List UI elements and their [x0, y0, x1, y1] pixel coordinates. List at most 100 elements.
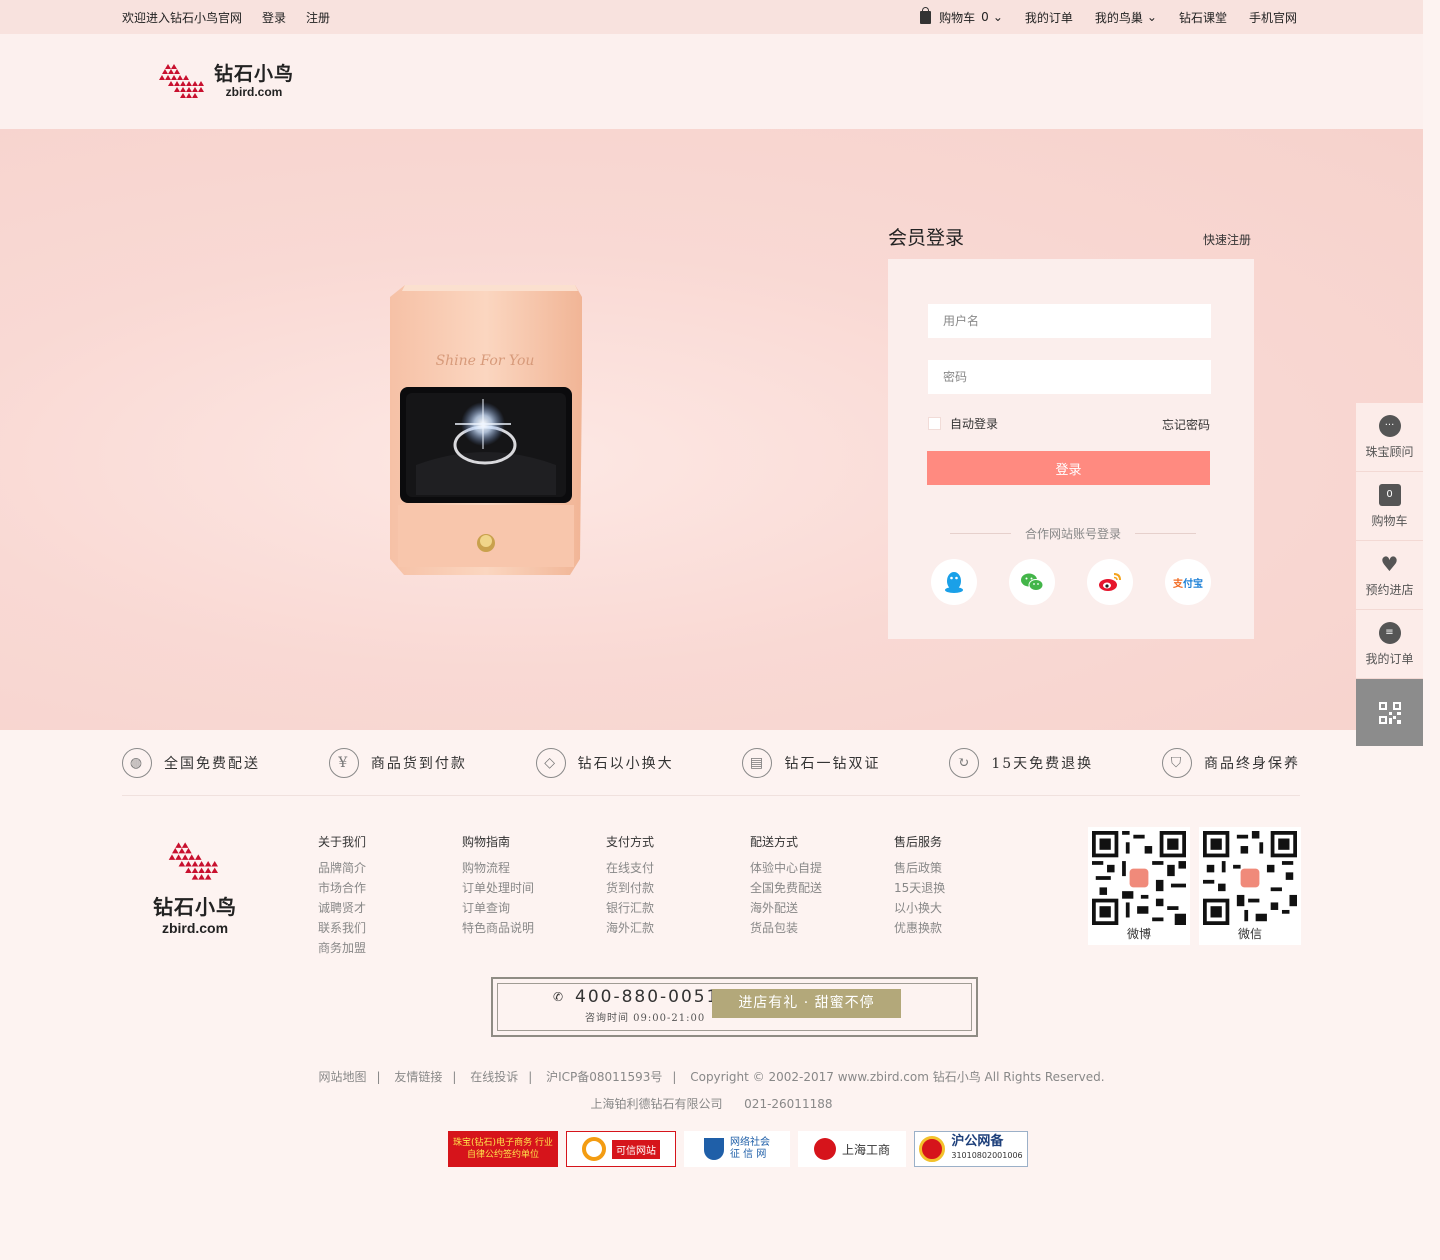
password-input[interactable] — [928, 360, 1211, 394]
auto-login-option[interactable]: 自动登录 — [928, 415, 998, 432]
copyright-text: Copyright © 2002-2017 www.zbird.com 钻石小鸟… — [690, 1070, 1105, 1084]
footer-col-guide: 购物指南 购物流程 订单处理时间 订单查询 特色商品说明 — [462, 833, 534, 938]
box-engraving: Shine For You — [436, 353, 535, 369]
diamond-class-link[interactable]: 钻石课堂 — [1179, 9, 1227, 26]
footer-link[interactable]: 银行汇款 — [606, 898, 654, 918]
footer-link[interactable]: 货到付款 — [606, 878, 654, 898]
company-phone: 021-26011188 — [744, 1097, 833, 1111]
footer-link[interactable]: 订单查询 — [462, 898, 534, 918]
sidebar-orders[interactable]: ≡ 我的订单 — [1356, 610, 1423, 679]
footer-link[interactable]: 15天退换 — [894, 878, 945, 898]
chevron-down-icon: ⌄ — [992, 10, 1003, 24]
footer-link[interactable]: 市场合作 — [318, 878, 366, 898]
trusted-site-label: 可信网站 — [612, 1139, 660, 1159]
footer-col-title: 购物指南 — [462, 835, 511, 849]
police-record-number: 31010802001006 — [951, 1151, 1023, 1160]
footer-logo-cn: 钻石小鸟 — [153, 895, 237, 919]
welcome-text: 欢迎进入钻石小鸟官网 — [122, 10, 243, 25]
friend-links-link[interactable]: 友情链接 — [394, 1070, 442, 1084]
service-item: ◍ 全国免费配送 — [122, 745, 260, 781]
qq-login-button[interactable] — [931, 559, 977, 605]
auto-login-label: 自动登录 — [950, 417, 999, 431]
partner-login-title: 合作网站账号登录 — [1025, 527, 1122, 541]
quick-register-link[interactable]: 快速注册 — [1203, 231, 1251, 248]
alipay-icon: 支付宝 — [1173, 578, 1203, 590]
credit-badge-line1: 网络社会 — [730, 1137, 770, 1148]
footer-col-payment: 支付方式 在线支付 货到付款 银行汇款 海外汇款 — [606, 833, 654, 938]
hotline-banner: ✆ 400-880-0051 咨询时间 09:00-21:00 进店有礼 · 甜… — [491, 977, 978, 1037]
sidebar-reserve[interactable]: ♥ 预约进店 — [1356, 541, 1423, 610]
footer-link[interactable]: 货品包装 — [750, 918, 822, 938]
service-label: 钻石一钻双证 — [784, 756, 881, 772]
footer-link[interactable]: 购物流程 — [462, 858, 534, 878]
my-orders-link[interactable]: 我的订单 — [1025, 9, 1073, 26]
logo-en-text: zbird.com — [225, 84, 283, 99]
cart-link[interactable]: 购物车 0 ⌄ — [920, 6, 1003, 26]
footer-link[interactable]: 品牌简介 — [318, 858, 366, 878]
footer-link[interactable]: 以小换大 — [894, 898, 945, 918]
footer-link[interactable]: 海外配送 — [750, 898, 822, 918]
credit-badge-line2: 征 信 网 — [730, 1149, 767, 1160]
sidebar-cart-label: 购物车 — [1371, 513, 1408, 528]
header: 钻石小鸟 zbird.com — [0, 34, 1423, 129]
footer-link[interactable]: 售后政策 — [894, 858, 945, 878]
auto-login-checkbox[interactable] — [928, 417, 941, 430]
footer-link[interactable]: 全国免费配送 — [750, 878, 822, 898]
shanghai-aic-badge[interactable]: 上海工商 — [798, 1131, 906, 1167]
globe-icon: ◍ — [122, 748, 152, 778]
partner-login-divider: 合作网站账号登录 — [950, 525, 1197, 542]
hero-banner: Shine For You 会员登录 快速注册 自动登录 忘记密码 登录 合作网… — [0, 129, 1423, 730]
alipay-login-button[interactable]: 支付宝 — [1165, 559, 1211, 605]
icp-link[interactable]: 沪ICP备08011593号 — [546, 1070, 662, 1084]
footer-link[interactable]: 诚聘贤才 — [318, 898, 366, 918]
login-button[interactable]: 登录 — [927, 451, 1210, 485]
weibo-qrcode: 微博 — [1088, 827, 1190, 945]
register-link[interactable]: 注册 — [306, 9, 330, 26]
wechat-login-button[interactable] — [1009, 559, 1055, 605]
logo-cn-text: 钻石小鸟 — [214, 62, 295, 85]
footer-link[interactable]: 体验中心自提 — [750, 858, 822, 878]
industry-badge[interactable]: 珠宝(钻石)电子商务 行业自律公约签约单位 — [448, 1131, 558, 1167]
my-nest-menu[interactable]: 我的鸟巢 ⌄ — [1095, 9, 1157, 26]
footer-link[interactable]: 在线支付 — [606, 858, 654, 878]
footer-col-title: 售后服务 — [894, 835, 943, 849]
site-logo[interactable]: 钻石小鸟 zbird.com — [156, 60, 294, 102]
refresh-icon: ↻ — [949, 748, 980, 778]
footer-link[interactable]: 特色商品说明 — [462, 918, 534, 938]
footer-link[interactable]: 联系我们 — [318, 918, 366, 938]
credit-badge[interactable]: 网络社会 征 信 网 — [684, 1131, 790, 1167]
phone-icon: ✆ — [553, 990, 564, 1004]
footer-col-delivery: 配送方式 体验中心自提 全国免费配送 海外配送 货品包装 — [750, 833, 822, 938]
float-sidebar: ··· 珠宝顾问 0 购物车 ♥ 预约进店 ≡ 我的订单 — [1356, 403, 1423, 746]
mobile-site-link[interactable]: 手机官网 — [1249, 9, 1297, 26]
service-label: 商品货到付款 — [370, 756, 467, 772]
username-input[interactable] — [928, 304, 1211, 338]
complaint-link[interactable]: 在线投诉 — [470, 1070, 518, 1084]
sidebar-cart[interactable]: 0 购物车 — [1356, 472, 1423, 541]
forgot-password-link[interactable]: 忘记密码 — [1162, 416, 1210, 433]
trusted-site-badge[interactable]: 可信网站 — [566, 1131, 676, 1167]
police-record-badge[interactable]: 沪公网备 31010802001006 — [914, 1131, 1028, 1167]
bird-logo-icon — [168, 842, 218, 880]
list-icon: ≡ — [1378, 621, 1401, 644]
sitemap-link[interactable]: 网站地图 — [318, 1070, 366, 1084]
footer-link[interactable]: 订单处理时间 — [462, 878, 534, 898]
service-label: 钻石以小换大 — [577, 756, 674, 772]
sidebar-advisor[interactable]: ··· 珠宝顾问 — [1356, 403, 1423, 472]
service-strip: ◍ 全国免费配送 ¥ 商品货到付款 ◇ 钻石以小换大 ▤ 钻石一钻双证 ↻ 15… — [122, 745, 1300, 796]
login-link[interactable]: 登录 — [262, 9, 286, 26]
shopping-bag-icon: 0 — [1378, 483, 1401, 506]
footer-link[interactable]: 优惠换款 — [894, 918, 945, 938]
ring-box-image: Shine For You — [390, 285, 582, 575]
footer-link[interactable]: 海外汇款 — [606, 918, 654, 938]
weibo-login-button[interactable] — [1087, 559, 1133, 605]
service-item: ▤ 钻石一钻双证 — [742, 745, 880, 781]
qrcode-image — [1203, 831, 1297, 925]
footer-col-title: 配送方式 — [750, 835, 799, 849]
sidebar-qrcode[interactable] — [1356, 679, 1423, 746]
footer-col-title: 支付方式 — [606, 835, 655, 849]
footer-logo-en: zbird.com — [161, 920, 229, 936]
sidebar-reserve-label: 预约进店 — [1365, 582, 1414, 597]
footer-link[interactable]: 商务加盟 — [318, 938, 366, 958]
chat-icon: ··· — [1378, 414, 1401, 437]
